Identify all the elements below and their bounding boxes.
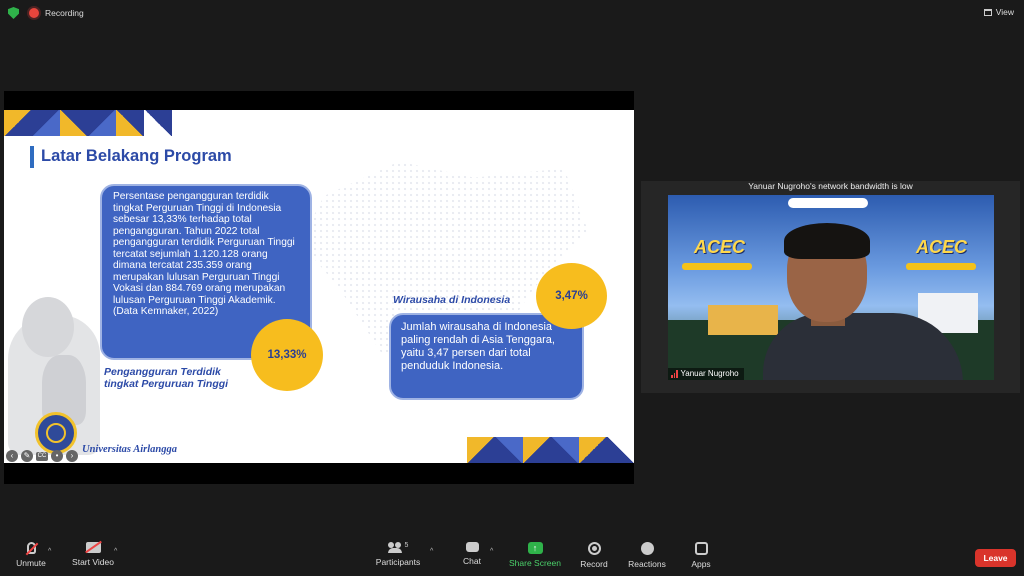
reactions-icon — [640, 542, 654, 555]
unemployment-info-text: Persentase pengangguran terdidik tingkat… — [113, 191, 295, 318]
entrepreneurship-percent-badge: 3,47% — [536, 263, 607, 329]
entrepreneurship-caption: Wirausaha di Indonesia — [393, 294, 511, 306]
chat-label: Chat — [463, 556, 481, 566]
video-off-icon — [85, 542, 101, 553]
apps-icon — [694, 542, 708, 555]
recording-icon — [29, 8, 39, 18]
view-button[interactable]: View — [983, 7, 1014, 17]
start-video-label: Start Video — [72, 557, 114, 567]
entrepreneurship-info-box: Jumlah wirausaha di Indonesia paling ren… — [389, 313, 584, 400]
unemployment-percent-badge: 13,33% — [251, 319, 323, 391]
participant-name: Yanuar Nugroho — [680, 369, 739, 378]
university-seal-logo — [35, 412, 77, 454]
banner-header-strip — [788, 198, 868, 208]
participants-button[interactable]: 5 Participants — [375, 542, 421, 567]
weak-signal-icon — [671, 370, 678, 378]
share-screen-button[interactable]: ↑ Share Screen — [509, 542, 561, 568]
chat-icon — [465, 542, 479, 552]
more-options-icon[interactable]: • — [51, 450, 63, 462]
subtitles-icon[interactable]: CC — [36, 451, 48, 461]
audio-options-chevron-icon[interactable]: ^ — [48, 548, 51, 555]
share-screen-label: Share Screen — [509, 558, 561, 568]
reactions-button[interactable]: Reactions — [628, 542, 666, 569]
apps-button[interactable]: Apps — [690, 542, 712, 569]
view-label: View — [995, 7, 1014, 17]
chat-button[interactable]: Chat — [460, 542, 484, 566]
chat-options-chevron-icon[interactable]: ^ — [490, 548, 493, 555]
entrepreneurship-info-text: Jumlah wirausaha di Indonesia paling ren… — [401, 321, 555, 372]
record-button[interactable]: Record — [580, 542, 608, 569]
participants-label: Participants — [375, 557, 421, 567]
unmute-label: Unmute — [16, 558, 46, 568]
unmute-button[interactable]: Unmute — [15, 542, 47, 568]
record-label: Record — [580, 559, 608, 569]
next-slide-icon[interactable]: › — [66, 450, 78, 462]
share-screen-icon: ↑ — [527, 542, 543, 554]
banner-brand-right: ACEC — [916, 237, 968, 257]
banner-brand-left: ACEC — [694, 237, 746, 257]
record-icon — [587, 542, 601, 555]
apps-label: Apps — [691, 559, 711, 569]
participant-name-tag: Yanuar Nugroho — [668, 368, 744, 380]
participants-count: 5 — [404, 542, 409, 549]
meeting-window: Recording View Latar Belakang Program Pe… — [0, 0, 1024, 576]
video-options-chevron-icon[interactable]: ^ — [114, 548, 117, 555]
meeting-toolbar: Unmute ^ Start Video ^ 5 Participants ^ … — [0, 536, 1024, 576]
previous-slide-icon[interactable]: ‹ — [6, 450, 18, 462]
meeting-top-bar: Recording View — [0, 0, 1024, 26]
participants-icon — [387, 542, 403, 553]
unemployment-caption: Pengangguran Terdidik tingkat Perguruan … — [104, 366, 229, 391]
leave-button[interactable]: Leave — [975, 549, 1016, 567]
muted-microphone-icon — [26, 542, 36, 554]
university-logo-text: Universitas Airlangga — [82, 444, 178, 455]
recording-label[interactable]: Recording — [45, 8, 84, 18]
bandwidth-notice: Yanuar Nugroho's network bandwidth is lo… — [748, 181, 913, 191]
presentation-slide: Latar Belakang Program Persentase pengan… — [4, 110, 634, 463]
participants-options-chevron-icon[interactable]: ^ — [430, 548, 433, 555]
slide-title: Latar Belakang Program — [41, 147, 232, 165]
reactions-label: Reactions — [628, 559, 666, 569]
participant-video-feed: ACEC ACEC — [668, 195, 994, 380]
pen-tool-icon[interactable]: ✎ — [21, 450, 33, 462]
start-video-button[interactable]: Start Video — [71, 542, 115, 567]
grid-view-icon — [983, 8, 992, 16]
shared-screen: Latar Belakang Program Persentase pengan… — [4, 91, 634, 484]
shield-icon[interactable] — [8, 7, 19, 19]
participant-video-tile[interactable]: Yanuar Nugroho's network bandwidth is lo… — [641, 181, 1020, 393]
title-accent-bar — [30, 146, 34, 168]
slide-controls: ‹ ✎ CC • › — [6, 450, 78, 462]
